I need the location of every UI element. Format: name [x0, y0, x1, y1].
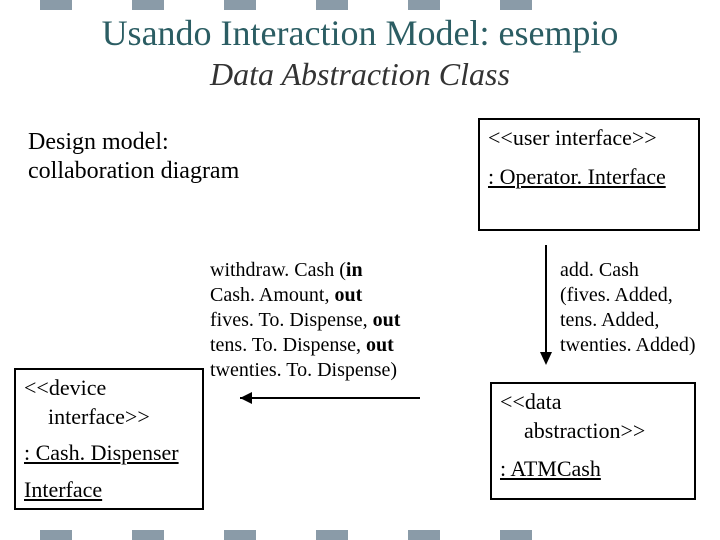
data-abs-stereotype-line1: <<data	[500, 389, 561, 414]
data-abs-name: : ATMCash	[500, 456, 601, 481]
decor-square	[132, 0, 164, 10]
decor-square	[500, 530, 532, 540]
decor-square	[40, 530, 72, 540]
decor-square	[224, 530, 256, 540]
decor-square	[224, 0, 256, 10]
slide-subtitle: Data Abstraction Class	[0, 56, 720, 93]
device-stereotype-line1: <<device	[24, 375, 106, 400]
arrow-addcash-icon	[536, 240, 556, 370]
decor-square	[316, 0, 348, 10]
decor-square	[40, 0, 72, 10]
msg-add-cash: add. Cash (fives. Added, tens. Added, tw…	[560, 258, 720, 358]
design-model-label: Design model: collaboration diagram	[28, 128, 239, 186]
device-stereotype-line2: interface>>	[24, 404, 150, 429]
decor-square	[132, 530, 164, 540]
user-interface-stereotype: <<user interface>>	[488, 124, 690, 153]
bottom-decor-squares	[0, 530, 720, 540]
decor-square	[316, 530, 348, 540]
slide-title: Usando Interaction Model: esempio	[0, 14, 720, 54]
device-name-line1: : Cash. Dispenser	[24, 440, 179, 465]
data-abs-stereotype-line2: abstraction>>	[500, 418, 645, 443]
decor-square	[408, 0, 440, 10]
design-model-line1: Design model:	[28, 128, 239, 157]
decor-square	[500, 0, 532, 10]
device-interface-box: <<device interface>> : Cash. Dispenser I…	[14, 368, 204, 510]
msg-withdraw-cash: withdraw. Cash (in Cash. Amount, out fiv…	[210, 258, 470, 383]
top-decor-squares	[0, 0, 720, 10]
device-name-line2: Interface	[24, 477, 102, 502]
user-interface-box: <<user interface>> : Operator. Interface	[478, 118, 700, 231]
user-interface-name: : Operator. Interface	[488, 163, 690, 192]
decor-square	[408, 530, 440, 540]
design-model-line2: collaboration diagram	[28, 157, 239, 186]
data-abstraction-box: <<data abstraction>> : ATMCash	[490, 382, 696, 500]
arrow-withdraw-icon	[230, 388, 430, 408]
